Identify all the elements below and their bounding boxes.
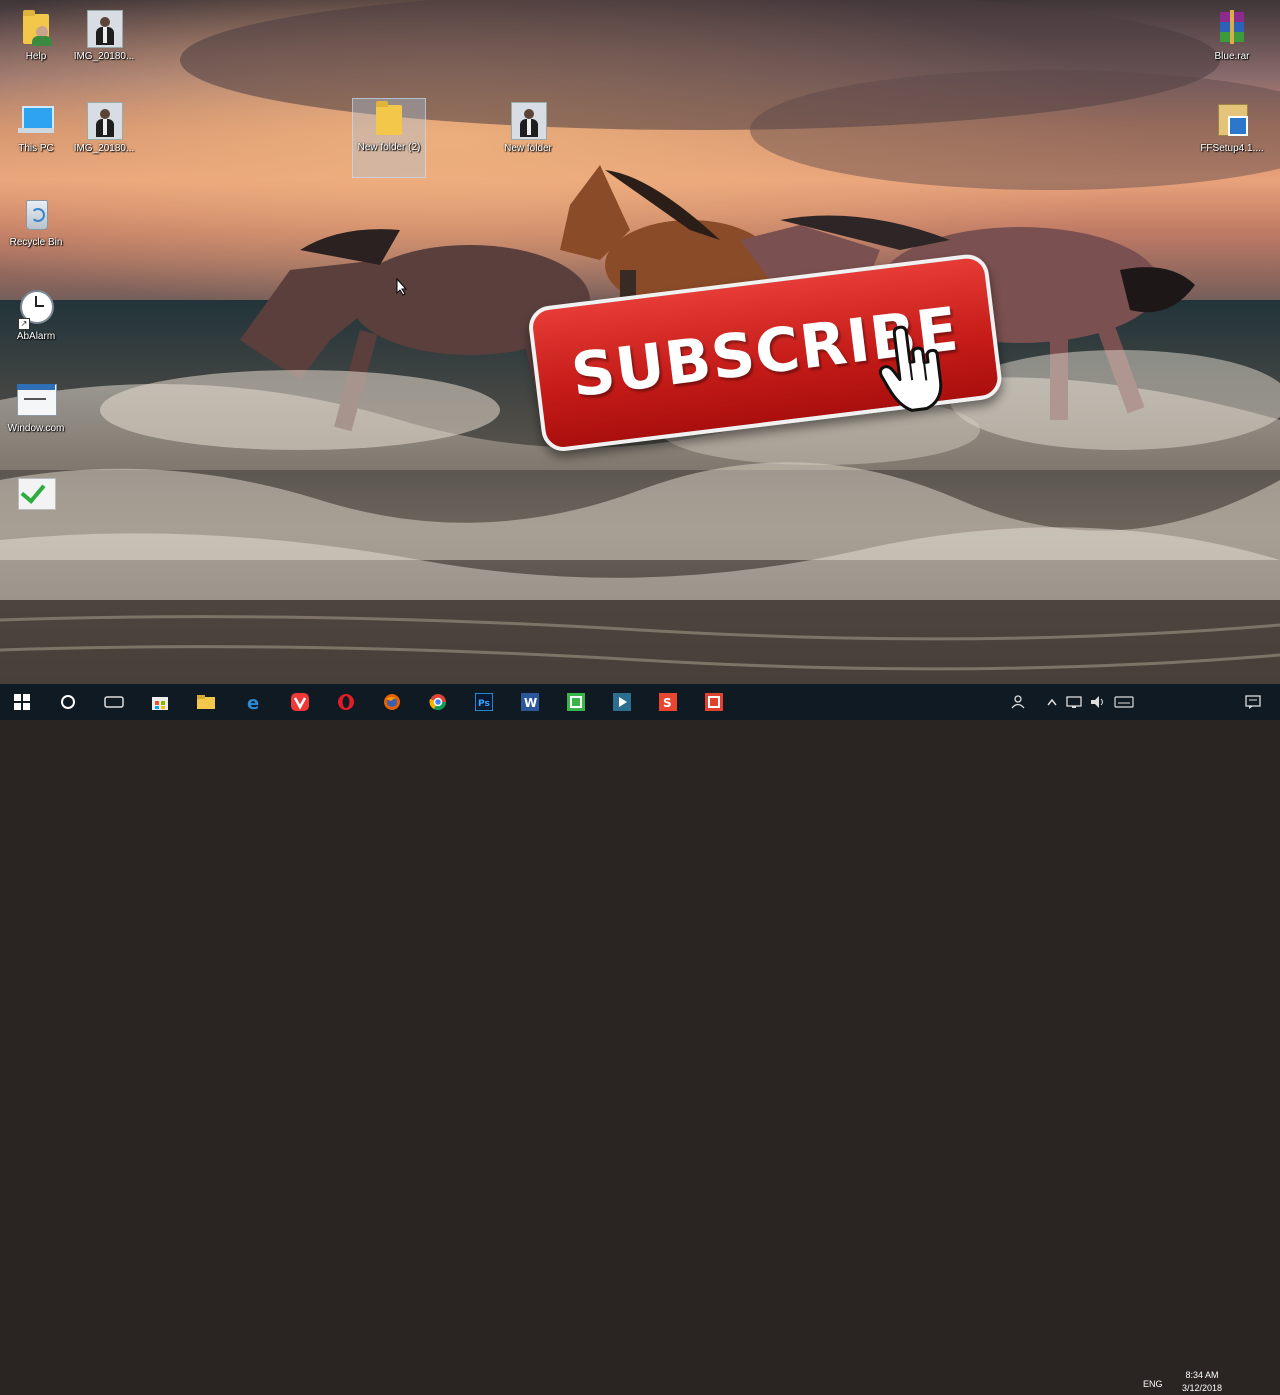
svg-text:W: W xyxy=(524,696,537,710)
desktop-icon-this-pc[interactable]: This PC xyxy=(0,100,72,155)
svg-text:e: e xyxy=(247,693,259,711)
keyboard-icon[interactable] xyxy=(1112,688,1136,716)
photoshop-icon[interactable]: Ps xyxy=(470,688,498,716)
desktop-icon-setup[interactable]: FFSetup4.1.... xyxy=(1196,100,1268,155)
hand-pointer-icon xyxy=(878,325,943,412)
desktop-icon-label: Help xyxy=(25,51,47,62)
desktop-icon-label: This PC xyxy=(18,143,54,154)
windows-start-icon[interactable] xyxy=(8,688,36,716)
desktop-icon-label: New folder (2) xyxy=(357,142,421,153)
clock-time: 8:34 AM xyxy=(1185,1370,1219,1380)
language-indicator[interactable]: ENG xyxy=(1143,1379,1163,1389)
cortana-icon[interactable] xyxy=(54,688,82,716)
setup-icon xyxy=(1212,100,1252,140)
task-view-icon[interactable] xyxy=(100,688,128,716)
opera-icon[interactable] xyxy=(332,688,360,716)
photo-icon xyxy=(84,100,124,140)
folder-icon xyxy=(369,99,409,139)
desktop-icon-label: IMG_20180... xyxy=(73,51,135,62)
desktop-icon-img-1[interactable]: IMG_20180... xyxy=(68,8,140,63)
desktop-icon-new-folder-2[interactable]: New folder (2) xyxy=(352,98,426,178)
volume-icon[interactable] xyxy=(1088,688,1108,716)
desktop-icon-label: Recycle Bin xyxy=(9,237,63,248)
photo-icon xyxy=(508,100,548,140)
desktop-icon-label: New folder xyxy=(504,143,552,154)
chrome-icon[interactable] xyxy=(424,688,452,716)
desktop-icon-rar[interactable]: Blue.rar xyxy=(1196,8,1268,63)
desktop-icon-window[interactable]: Window.com xyxy=(0,380,72,435)
desktop-icon-checklist[interactable] xyxy=(0,474,72,517)
clock-date: 3/12/2018 xyxy=(1181,1383,1223,1393)
desktop-icon-label: Blue.rar xyxy=(1214,51,1250,62)
alarm-clock-icon: ↗ xyxy=(16,288,56,330)
computer-icon xyxy=(16,100,56,140)
vivaldi-icon[interactable] xyxy=(286,688,314,716)
desktop-icon-recycle-bin[interactable]: Recycle Bin xyxy=(0,194,72,249)
wps-presentation-icon[interactable]: S xyxy=(654,688,682,716)
chevron-up-icon[interactable] xyxy=(1044,688,1060,716)
notification-center-icon[interactable] xyxy=(1242,688,1264,716)
mouse-pointer-icon xyxy=(396,278,408,296)
desktop-icon-label: AbAlarm xyxy=(16,331,56,342)
desktop-icon-abalarm[interactable]: ↗ AbAlarm xyxy=(0,288,72,343)
folder-person-icon xyxy=(16,8,56,48)
word-icon[interactable]: W xyxy=(516,688,544,716)
desktop-icon-help[interactable]: Help xyxy=(0,8,72,63)
desktop-icon-label: IMG_20180... xyxy=(73,143,135,154)
svg-text:S: S xyxy=(663,696,672,710)
checklist-icon xyxy=(16,474,56,514)
media-icon[interactable] xyxy=(608,688,636,716)
camtasia-icon[interactable] xyxy=(562,688,590,716)
desktop-icon-label: FFSetup4.1.... xyxy=(1200,143,1264,154)
recycle-bin-icon xyxy=(16,194,56,234)
taskbar: e Ps W S ENG 8:34 AM 3/12/2018 xyxy=(0,684,1280,1393)
people-icon[interactable] xyxy=(1008,688,1028,716)
wps-writer-icon[interactable] xyxy=(700,688,728,716)
window-icon xyxy=(16,380,57,420)
edge-icon[interactable]: e xyxy=(240,688,268,716)
winrar-icon xyxy=(1212,8,1252,48)
file-explorer-icon[interactable] xyxy=(192,688,220,716)
network-icon[interactable] xyxy=(1064,688,1084,716)
desktop-icon-img-2[interactable]: IMG_20180... xyxy=(68,100,140,155)
firefox-icon[interactable] xyxy=(378,688,406,716)
store-icon[interactable] xyxy=(146,688,174,716)
desktop-icon-label: Window.com xyxy=(7,423,65,434)
svg-text:Ps: Ps xyxy=(478,699,490,709)
desktop-icon-new-folder[interactable]: New folder xyxy=(492,100,564,155)
taskbar-clock[interactable]: 8:34 AM 3/12/2018 xyxy=(1172,1369,1232,1395)
photo-icon xyxy=(84,8,124,48)
